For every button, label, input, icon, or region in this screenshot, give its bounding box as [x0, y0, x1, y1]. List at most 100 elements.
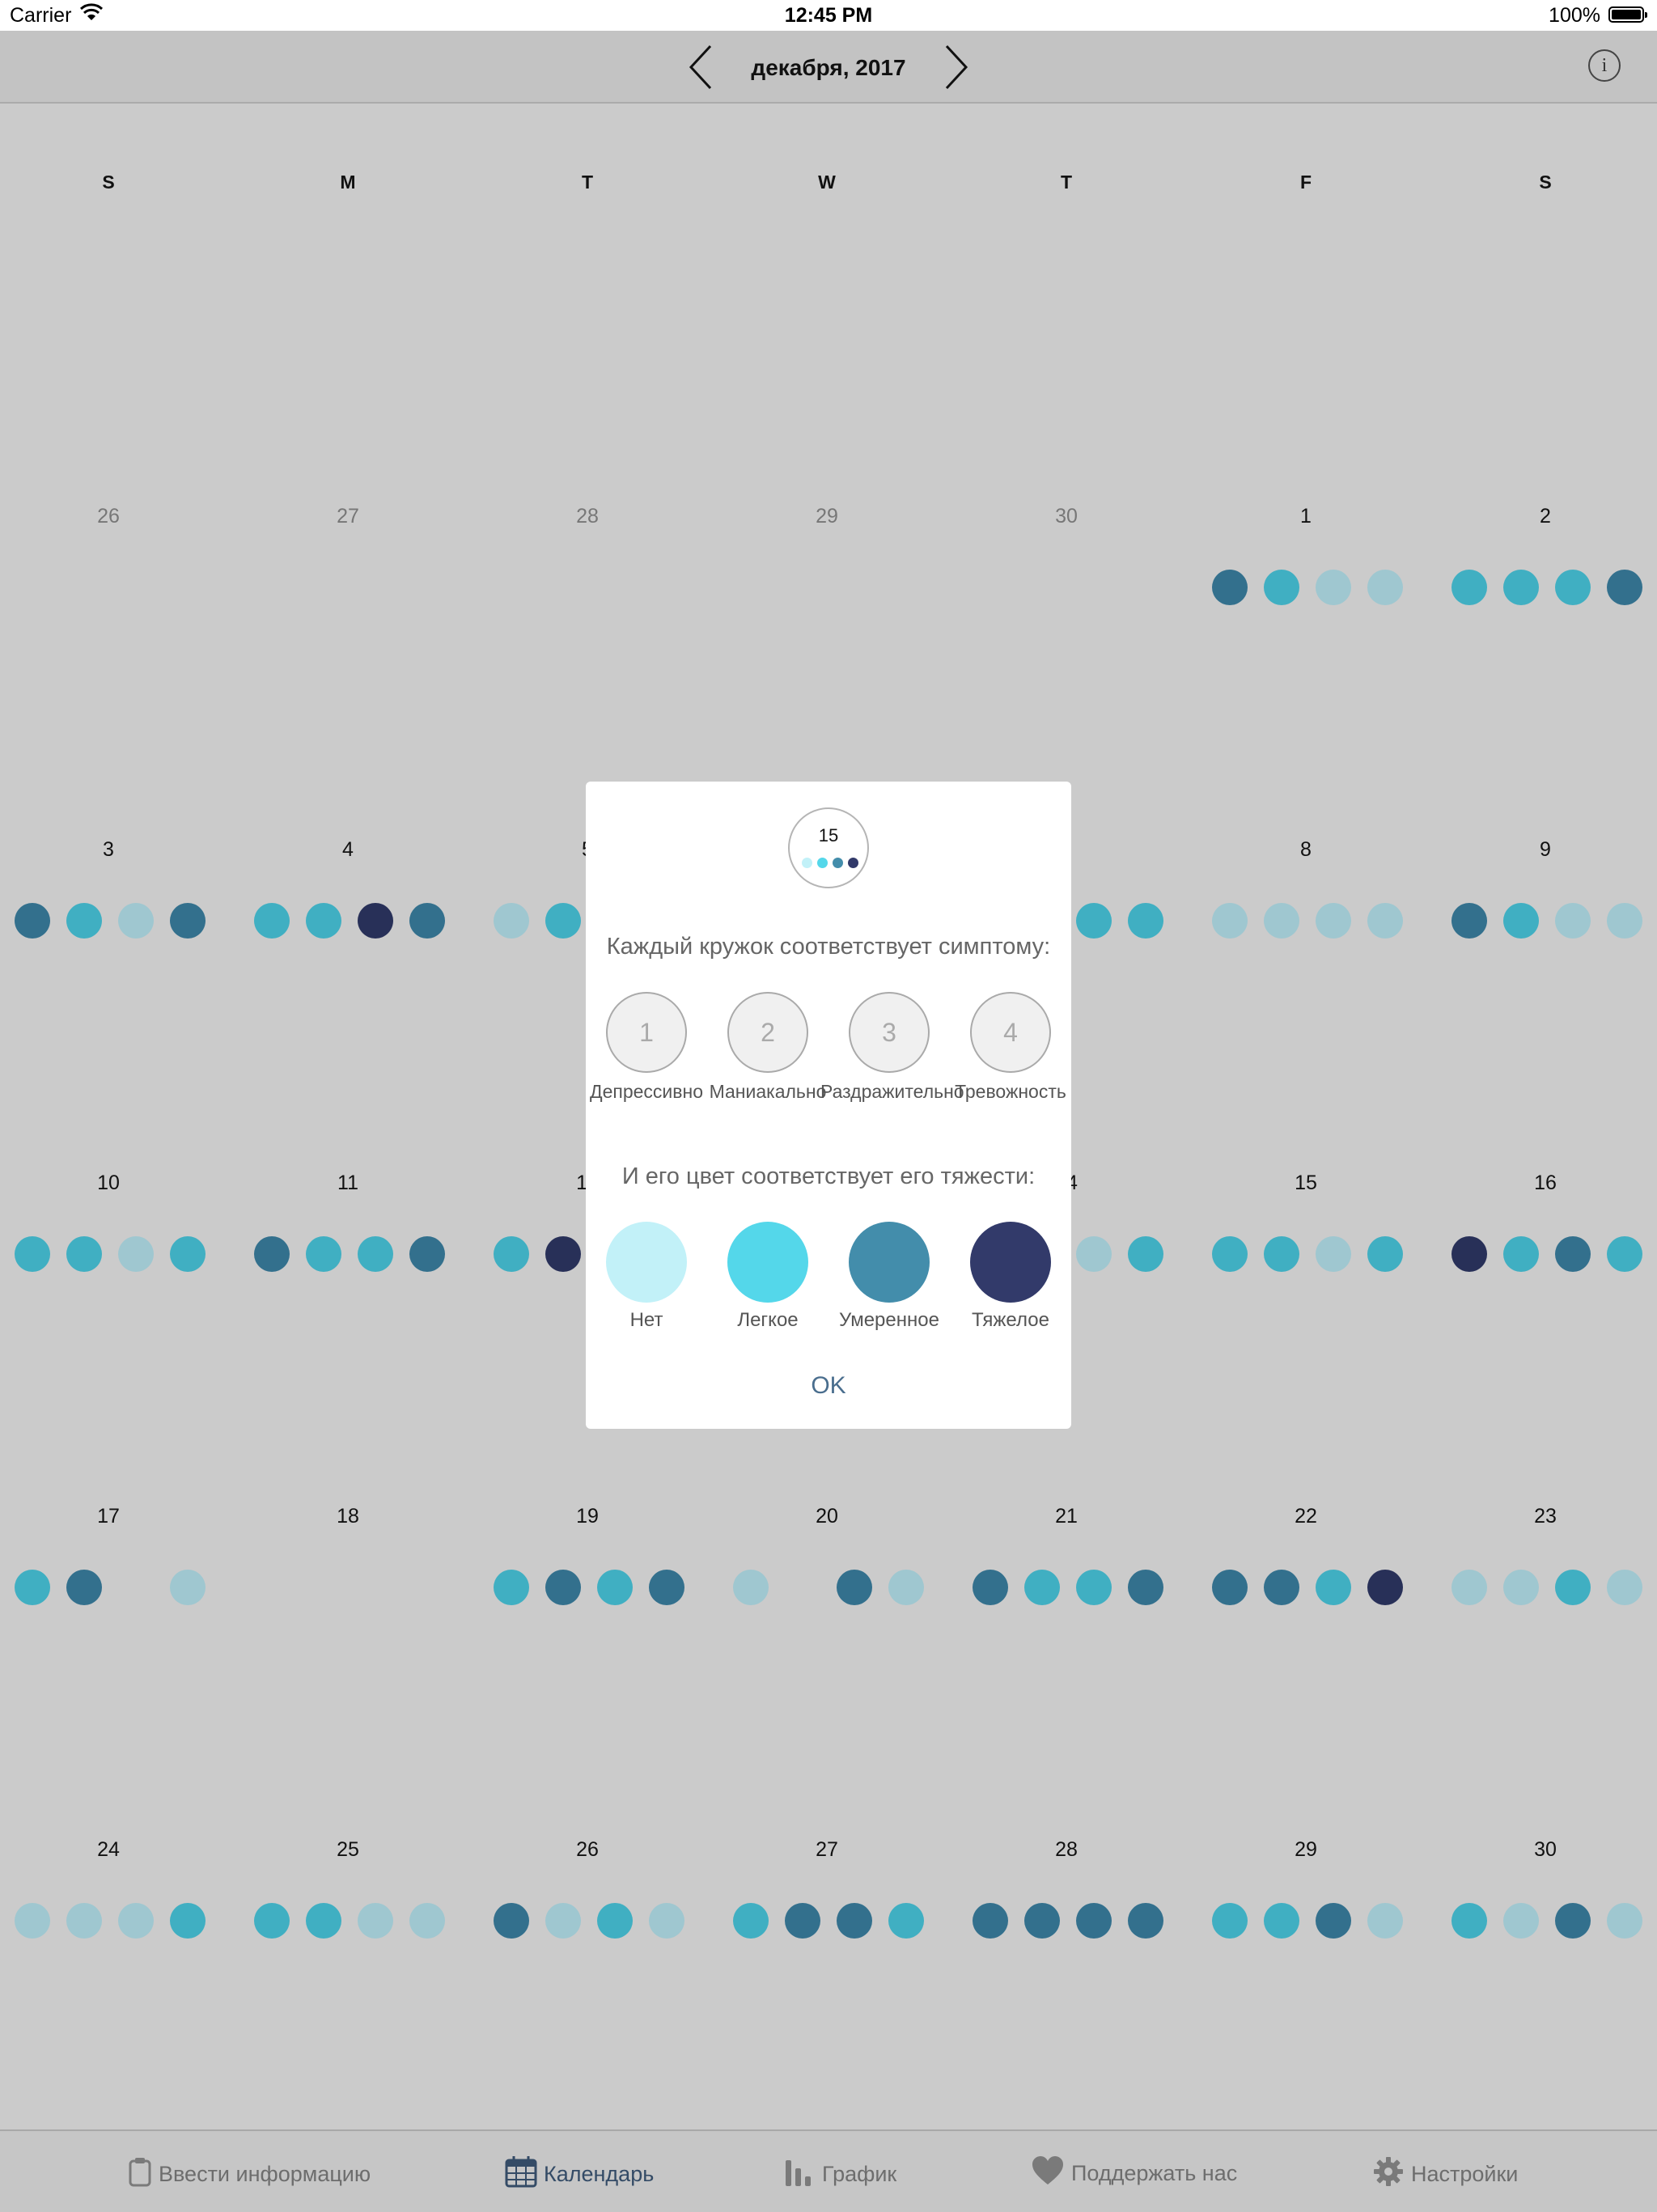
symptom-dot [15, 1236, 50, 1272]
weekday-label: M [340, 172, 356, 193]
day-number: 8 [1300, 838, 1312, 861]
ok-button[interactable]: OK [780, 1372, 877, 1400]
tab-label: Ввести информацию [159, 2162, 371, 2186]
symptom-dot [1212, 1570, 1248, 1605]
symptom-dot [1555, 1903, 1591, 1939]
symptom-dot [1024, 1570, 1060, 1605]
symptom-dot [494, 1236, 529, 1272]
day-number: 17 [97, 1505, 120, 1528]
symptom-dot [1503, 1570, 1539, 1605]
symptom-dot [1316, 570, 1351, 605]
symptom-label-1: Депрессивно [590, 1081, 703, 1102]
day-number: 4 [342, 838, 354, 861]
symptom-dot [254, 1236, 290, 1272]
day-number: 20 [816, 1505, 838, 1528]
symptom-dot [254, 903, 290, 939]
day-number: 16 [1534, 1172, 1557, 1194]
mini-dot-light [817, 858, 828, 868]
symptom-dot [306, 1903, 341, 1939]
battery-icon [1608, 6, 1647, 23]
symptom-dot [1555, 1570, 1591, 1605]
day-number: 10 [97, 1172, 120, 1194]
symptom-dot [1264, 1903, 1299, 1939]
day-number: 1 [1300, 505, 1312, 528]
day-number: 30 [1534, 1838, 1557, 1861]
symptom-intro: Каждый кружок соответствует симптому: [606, 934, 1051, 960]
weekday-label: S [102, 172, 115, 193]
symptom-dot [1128, 1903, 1163, 1939]
day-number: 9 [1540, 838, 1551, 861]
day-number: 22 [1295, 1505, 1317, 1528]
weekday-label: W [818, 172, 836, 193]
tab-chart[interactable]: График [783, 2155, 896, 2188]
symptom-circle-1: 1 [606, 992, 687, 1073]
battery-percent: 100% [1549, 4, 1600, 27]
symptom-dot [785, 1903, 820, 1939]
severity-swatch-none [606, 1222, 687, 1303]
symptom-dot [66, 1236, 102, 1272]
symptom-dot [1607, 570, 1642, 605]
symptom-dot [973, 1903, 1008, 1939]
next-month-button[interactable] [939, 43, 971, 91]
tab-label: Настройки [1411, 2162, 1519, 2186]
tab-calendar[interactable]: Календарь [505, 2155, 654, 2188]
tab-label: График [822, 2162, 897, 2186]
symptom-dot [1451, 1236, 1487, 1272]
calendar-icon [505, 2155, 537, 2193]
tab-enter-info[interactable]: Ввести информацию [128, 2155, 371, 2188]
symptom-dot [15, 1570, 50, 1605]
symptom-dot [15, 1903, 50, 1939]
symptom-label-3: Раздражительно [820, 1081, 964, 1102]
symptom-dot [888, 1903, 924, 1939]
symptom-dot [1503, 570, 1539, 605]
symptom-dot [1264, 903, 1299, 939]
mini-dot-none [802, 858, 812, 868]
symptom-dot [306, 1236, 341, 1272]
symptom-dot [1451, 1570, 1487, 1605]
tab-settings[interactable]: Настройки [1372, 2155, 1518, 2188]
symptom-dot [409, 1236, 445, 1272]
day-badge-number: 15 [818, 825, 839, 845]
clipboard-icon [128, 2155, 152, 2193]
symptom-dot [1367, 1570, 1403, 1605]
symptom-dot [1367, 1903, 1403, 1939]
symptom-dot [1212, 1236, 1248, 1272]
symptom-dot [1316, 1570, 1351, 1605]
symptom-dot [1367, 1236, 1403, 1272]
symptom-dot [254, 1903, 290, 1939]
symptom-dot [358, 903, 393, 939]
status-bar: Carrier 12:45 PM 100% [0, 0, 1657, 31]
symptom-dot [1128, 1236, 1163, 1272]
weekday-label: S [1539, 172, 1552, 193]
day-number: 26 [97, 505, 120, 528]
severity-label-none: Нет [629, 1309, 663, 1331]
day-number: 29 [816, 505, 838, 528]
month-title: декабря, 2017 [751, 55, 906, 80]
symptom-dot [15, 903, 50, 939]
symptom-dot [1076, 1903, 1112, 1939]
symptom-dot [1555, 1236, 1591, 1272]
symptom-dot [306, 903, 341, 939]
nav-bar: декабря, 2017 i [0, 31, 1657, 104]
symptom-dot [1503, 1903, 1539, 1939]
symptom-dot [494, 1903, 529, 1939]
symptom-dot [1451, 903, 1487, 939]
symptom-dot [66, 1570, 102, 1605]
symptom-dot [1128, 1570, 1163, 1605]
day-number: 25 [337, 1838, 359, 1861]
symptom-dot [1128, 903, 1163, 939]
symptom-dot [409, 903, 445, 939]
day-number: 26 [576, 1838, 599, 1861]
symptom-dot [1212, 903, 1248, 939]
symptom-dot [170, 1903, 206, 1939]
symptom-dot [1076, 1236, 1112, 1272]
symptom-dot [358, 1236, 393, 1272]
severity-label-light: Легкое [737, 1309, 799, 1331]
tab-support-us[interactable]: Поддержать нас [1031, 2155, 1237, 2188]
day-number: 28 [1055, 1838, 1078, 1861]
severity-label-moderate: Умеренное [839, 1309, 939, 1331]
day-badge: 15 [788, 807, 869, 888]
info-button[interactable]: i [1588, 49, 1621, 82]
gear-icon [1372, 2155, 1405, 2193]
symptom-dot [1607, 1570, 1642, 1605]
